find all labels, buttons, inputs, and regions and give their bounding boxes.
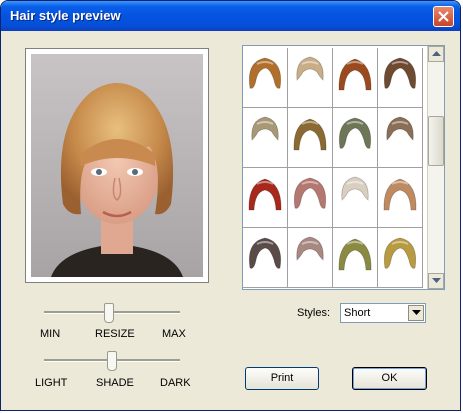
hair-style-thumbnail[interactable] [243, 168, 288, 228]
shade-dark-label: DARK [160, 377, 191, 389]
hair-style-thumbnail[interactable] [288, 48, 333, 108]
resize-min-label: MIN [40, 328, 61, 340]
hair-style-image [248, 237, 282, 269]
hair-style-image [386, 116, 414, 141]
hair-style-image [293, 118, 327, 151]
hair-style-thumbnail[interactable] [243, 108, 288, 168]
hair-style-gallery [242, 45, 445, 290]
resize-max-label: MAX [162, 328, 186, 340]
hair-style-image [248, 178, 282, 211]
hair-style-image [296, 56, 324, 81]
arrow-down-icon [432, 278, 441, 283]
hair-style-thumbnail[interactable] [333, 48, 378, 108]
hair-style-image [248, 57, 282, 89]
print-button[interactable]: Print [245, 367, 319, 390]
styles-label: Styles: [297, 307, 331, 319]
hair-style-image [251, 116, 279, 141]
arrow-up-icon [432, 51, 441, 56]
ok-button[interactable]: OK [352, 367, 427, 390]
hair-style-thumbnail[interactable] [333, 168, 378, 228]
resize-slider-thumb[interactable] [104, 303, 114, 323]
scroll-thumb[interactable] [428, 116, 444, 166]
chevron-down-icon [412, 310, 421, 315]
hair-style-thumbnail[interactable] [288, 168, 333, 228]
styles-selected-value: Short [344, 307, 371, 319]
dialog-client-area: MIN RESIZE MAX LIGHT SHADE DARK Styles: … [4, 31, 457, 407]
shade-label: SHADE [96, 377, 134, 389]
styles-dropdown-button[interactable] [408, 305, 424, 321]
scroll-up-button[interactable] [428, 46, 444, 62]
hair-style-image [338, 238, 372, 271]
window-title: Hair style preview [10, 8, 121, 23]
gallery-scrollbar[interactable] [427, 46, 444, 289]
hair-style-preview-window: Hair style preview MIN RESIZE MAX LIGHT … [0, 0, 461, 411]
hair-style-image [338, 117, 372, 149]
preview-photo-image [31, 54, 203, 277]
hair-style-image [383, 178, 417, 211]
hair-style-image [341, 176, 369, 201]
hair-style-image [383, 237, 417, 269]
resize-slider[interactable] [44, 303, 180, 323]
hair-style-thumbnail[interactable] [378, 168, 423, 228]
preview-photo-frame [25, 48, 209, 283]
close-icon [438, 11, 449, 22]
styles-dropdown[interactable]: Short [340, 303, 426, 323]
hair-style-image [296, 236, 324, 261]
title-bar[interactable]: Hair style preview [1, 1, 460, 31]
close-button[interactable] [433, 6, 454, 27]
hair-style-image [383, 57, 417, 89]
hair-style-thumbnail[interactable] [288, 108, 333, 168]
hair-style-image [293, 177, 327, 209]
shade-slider[interactable] [44, 351, 180, 371]
hair-style-thumbnail[interactable] [243, 228, 288, 288]
scroll-down-button[interactable] [428, 273, 444, 289]
hair-style-thumbnail[interactable] [378, 228, 423, 288]
resize-label: RESIZE [95, 328, 135, 340]
hair-style-thumbnail[interactable] [288, 228, 333, 288]
hair-style-thumbnail[interactable] [243, 48, 288, 108]
hair-style-grid [243, 46, 427, 289]
hair-style-image [338, 58, 372, 91]
shade-slider-thumb[interactable] [107, 351, 117, 371]
hair-style-thumbnail[interactable] [378, 108, 423, 168]
hair-style-thumbnail[interactable] [333, 108, 378, 168]
hair-style-thumbnail[interactable] [378, 48, 423, 108]
hair-style-thumbnail[interactable] [333, 228, 378, 288]
shade-light-label: LIGHT [35, 377, 68, 389]
